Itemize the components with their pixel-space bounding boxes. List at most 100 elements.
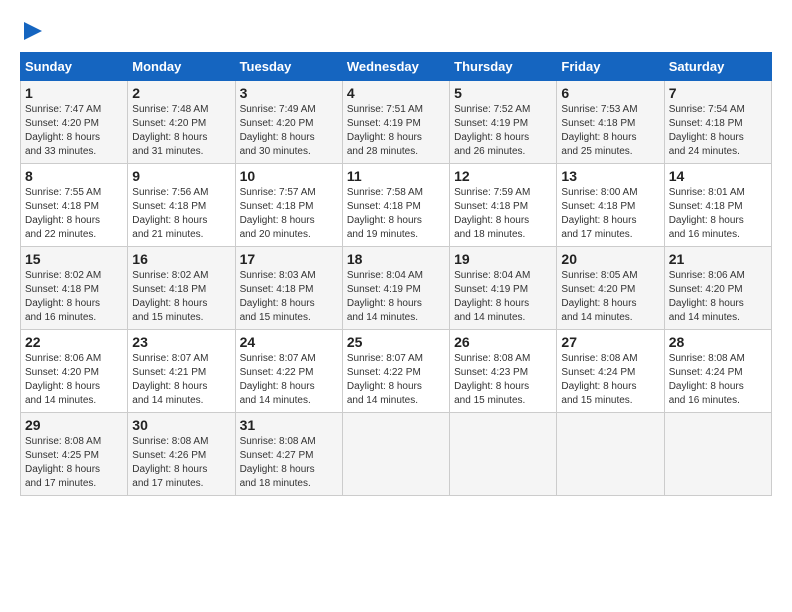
calendar-day-cell: 13 Sunrise: 8:00 AM Sunset: 4:18 PM Dayli… [557,164,664,247]
calendar-day-cell: 15 Sunrise: 8:02 AM Sunset: 4:18 PM Dayli… [21,247,128,330]
day-info: Sunrise: 8:07 AM Sunset: 4:21 PM Dayligh… [132,352,230,408]
day-number: 6 [561,85,659,101]
weekday-header-wednesday: Wednesday [342,53,449,81]
day-number: 25 [347,334,445,350]
day-info: Sunrise: 7:51 AM Sunset: 4:19 PM Dayligh… [347,103,445,159]
calendar-day-cell: 19 Sunrise: 8:04 AM Sunset: 4:19 PM Dayli… [450,247,557,330]
day-number: 4 [347,85,445,101]
calendar-day-cell: 22 Sunrise: 8:06 AM Sunset: 4:20 PM Dayli… [21,330,128,413]
day-number: 27 [561,334,659,350]
calendar-day-cell: 10 Sunrise: 7:57 AM Sunset: 4:18 PM Dayli… [235,164,342,247]
day-info: Sunrise: 7:57 AM Sunset: 4:18 PM Dayligh… [240,186,338,242]
weekday-header-thursday: Thursday [450,53,557,81]
weekday-header-tuesday: Tuesday [235,53,342,81]
day-number: 22 [25,334,123,350]
weekday-header-saturday: Saturday [664,53,771,81]
calendar-week-row: 15 Sunrise: 8:02 AM Sunset: 4:18 PM Dayli… [21,247,772,330]
day-info: Sunrise: 8:07 AM Sunset: 4:22 PM Dayligh… [347,352,445,408]
day-info: Sunrise: 8:02 AM Sunset: 4:18 PM Dayligh… [25,269,123,325]
calendar-day-cell: 17 Sunrise: 8:03 AM Sunset: 4:18 PM Dayli… [235,247,342,330]
day-info: Sunrise: 8:08 AM Sunset: 4:24 PM Dayligh… [669,352,767,408]
calendar-day-cell: 18Sunrise: 8:04 AM Sunset: 4:19 PM Dayli… [342,247,449,330]
day-number: 20 [561,251,659,267]
day-number: 28 [669,334,767,350]
calendar-week-row: 1 Sunrise: 7:47 AM Sunset: 4:20 PM Daylig… [21,81,772,164]
day-number: 1 [25,85,123,101]
calendar-day-cell: 2 Sunrise: 7:48 AM Sunset: 4:20 PM Daylig… [128,81,235,164]
calendar-week-row: 29 Sunrise: 8:08 AM Sunset: 4:25 PM Dayli… [21,413,772,496]
calendar-day-cell: 12Sunrise: 7:59 AM Sunset: 4:18 PM Dayli… [450,164,557,247]
day-info: Sunrise: 7:52 AM Sunset: 4:19 PM Dayligh… [454,103,552,159]
weekday-header-sunday: Sunday [21,53,128,81]
calendar-day-cell: 4 Sunrise: 7:51 AM Sunset: 4:19 PM Daylig… [342,81,449,164]
calendar-day-cell: 26Sunrise: 8:08 AM Sunset: 4:23 PM Dayli… [450,330,557,413]
calendar-table: SundayMondayTuesdayWednesdayThursdayFrid… [20,52,772,496]
day-number: 26 [454,334,552,350]
calendar-day-cell: 30 Sunrise: 8:08 AM Sunset: 4:26 PM Dayli… [128,413,235,496]
day-number: 13 [561,168,659,184]
day-number: 3 [240,85,338,101]
weekday-header-row: SundayMondayTuesdayWednesdayThursdayFrid… [21,53,772,81]
day-info: Sunrise: 8:02 AM Sunset: 4:18 PM Dayligh… [132,269,230,325]
day-number: 16 [132,251,230,267]
day-info: Sunrise: 7:58 AM Sunset: 4:18 PM Dayligh… [347,186,445,242]
day-number: 21 [669,251,767,267]
calendar-day-cell: 21 Sunrise: 8:06 AM Sunset: 4:20 PM Dayli… [664,247,771,330]
day-info: Sunrise: 8:04 AM Sunset: 4:19 PM Dayligh… [347,269,445,325]
day-number: 8 [25,168,123,184]
day-number: 23 [132,334,230,350]
calendar-day-cell: 3 Sunrise: 7:49 AM Sunset: 4:20 PM Daylig… [235,81,342,164]
calendar-day-cell: 24Sunrise: 8:07 AM Sunset: 4:22 PM Dayli… [235,330,342,413]
day-number: 5 [454,85,552,101]
calendar-day-cell [557,413,664,496]
day-number: 10 [240,168,338,184]
calendar-day-cell [342,413,449,496]
day-info: Sunrise: 8:08 AM Sunset: 4:26 PM Dayligh… [132,435,230,491]
day-number: 2 [132,85,230,101]
day-info: Sunrise: 7:53 AM Sunset: 4:18 PM Dayligh… [561,103,659,159]
day-info: Sunrise: 8:00 AM Sunset: 4:18 PM Dayligh… [561,186,659,242]
day-info: Sunrise: 8:06 AM Sunset: 4:20 PM Dayligh… [25,352,123,408]
day-number: 17 [240,251,338,267]
day-number: 9 [132,168,230,184]
day-number: 7 [669,85,767,101]
day-info: Sunrise: 7:55 AM Sunset: 4:18 PM Dayligh… [25,186,123,242]
calendar-day-cell: 8 Sunrise: 7:55 AM Sunset: 4:18 PM Daylig… [21,164,128,247]
day-info: Sunrise: 8:08 AM Sunset: 4:25 PM Dayligh… [25,435,123,491]
day-info: Sunrise: 7:48 AM Sunset: 4:20 PM Dayligh… [132,103,230,159]
day-info: Sunrise: 7:59 AM Sunset: 4:18 PM Dayligh… [454,186,552,242]
day-info: Sunrise: 8:06 AM Sunset: 4:20 PM Dayligh… [669,269,767,325]
calendar-day-cell: 23 Sunrise: 8:07 AM Sunset: 4:21 PM Dayli… [128,330,235,413]
logo-arrow-icon [22,20,44,42]
day-info: Sunrise: 7:54 AM Sunset: 4:18 PM Dayligh… [669,103,767,159]
weekday-header-friday: Friday [557,53,664,81]
calendar-day-cell: 16 Sunrise: 8:02 AM Sunset: 4:18 PM Dayli… [128,247,235,330]
calendar-day-cell: 27 Sunrise: 8:08 AM Sunset: 4:24 PM Dayli… [557,330,664,413]
day-info: Sunrise: 8:08 AM Sunset: 4:27 PM Dayligh… [240,435,338,491]
calendar-day-cell: 6 Sunrise: 7:53 AM Sunset: 4:18 PM Daylig… [557,81,664,164]
calendar-day-cell: 20 Sunrise: 8:05 AM Sunset: 4:20 PM Dayli… [557,247,664,330]
day-info: Sunrise: 8:04 AM Sunset: 4:19 PM Dayligh… [454,269,552,325]
day-number: 30 [132,417,230,433]
calendar-day-cell: 14Sunrise: 8:01 AM Sunset: 4:18 PM Dayli… [664,164,771,247]
logo [20,20,44,42]
day-info: Sunrise: 8:03 AM Sunset: 4:18 PM Dayligh… [240,269,338,325]
calendar-day-cell: 31 Sunrise: 8:08 AM Sunset: 4:27 PM Dayli… [235,413,342,496]
day-info: Sunrise: 8:05 AM Sunset: 4:20 PM Dayligh… [561,269,659,325]
day-number: 15 [25,251,123,267]
calendar-day-cell: 9 Sunrise: 7:56 AM Sunset: 4:18 PM Daylig… [128,164,235,247]
day-number: 11 [347,168,445,184]
calendar-day-cell: 7 Sunrise: 7:54 AM Sunset: 4:18 PM Daylig… [664,81,771,164]
day-number: 19 [454,251,552,267]
day-info: Sunrise: 7:56 AM Sunset: 4:18 PM Dayligh… [132,186,230,242]
day-info: Sunrise: 8:01 AM Sunset: 4:18 PM Dayligh… [669,186,767,242]
page-header [20,20,772,42]
calendar-day-cell: 28 Sunrise: 8:08 AM Sunset: 4:24 PM Dayli… [664,330,771,413]
day-info: Sunrise: 8:08 AM Sunset: 4:24 PM Dayligh… [561,352,659,408]
day-info: Sunrise: 7:47 AM Sunset: 4:20 PM Dayligh… [25,103,123,159]
day-info: Sunrise: 7:49 AM Sunset: 4:20 PM Dayligh… [240,103,338,159]
day-number: 29 [25,417,123,433]
day-number: 31 [240,417,338,433]
calendar-day-cell [450,413,557,496]
day-number: 24 [240,334,338,350]
